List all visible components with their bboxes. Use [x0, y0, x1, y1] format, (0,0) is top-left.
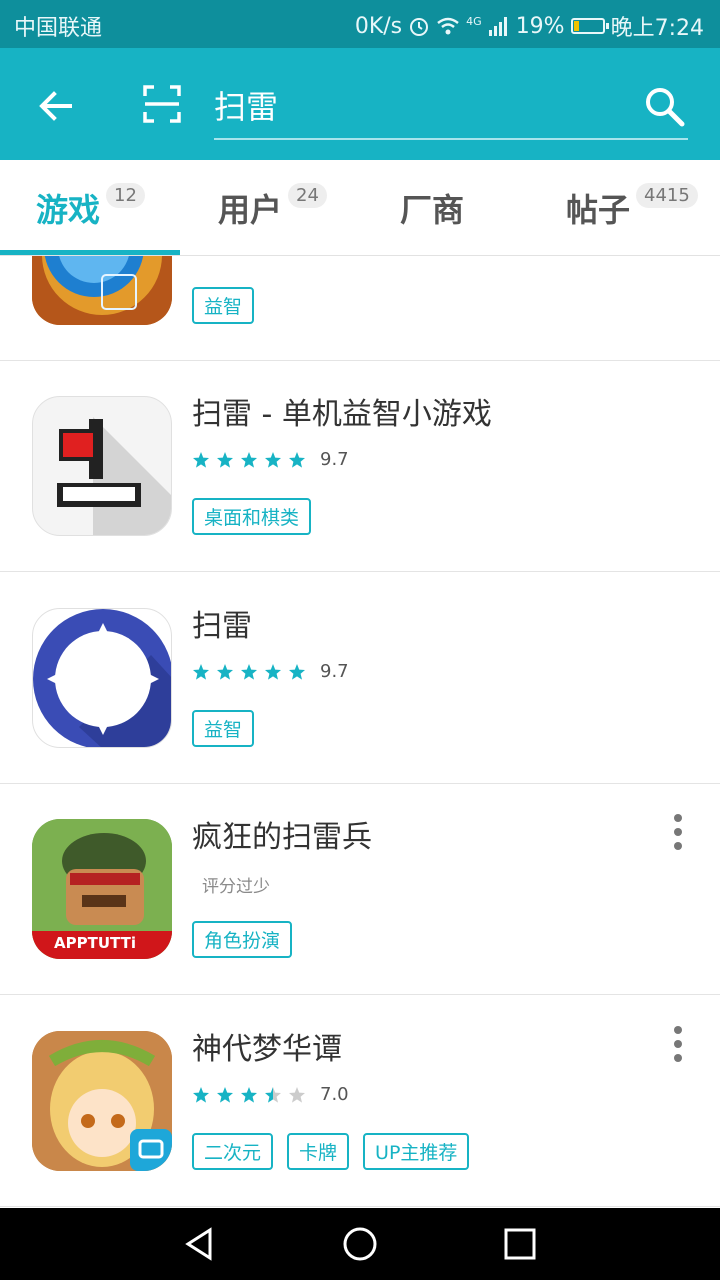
star-icon: [265, 1086, 281, 1103]
star-icon: [289, 1086, 305, 1103]
game-icon: APPTUTTi: [32, 819, 172, 959]
star-icon: [193, 1086, 209, 1103]
category-tag[interactable]: 益智: [192, 710, 255, 747]
star-icon: [193, 663, 209, 680]
rating-score: 7.0: [320, 1084, 349, 1105]
list-item[interactable]: 益智: [0, 256, 720, 361]
star-rating: 9.7: [192, 661, 349, 682]
game-icon: [32, 608, 172, 748]
status-bar: 中国联通 0K/s 4G 19% 晚上7:24: [0, 0, 720, 48]
icon-brand-text: APPTUTTi: [54, 934, 136, 952]
nav-back-icon[interactable]: [180, 1224, 220, 1264]
game-title: 扫雷 - 单机益智小游戏: [192, 397, 492, 432]
wifi-icon: [437, 17, 459, 35]
star-icon: [193, 451, 209, 468]
category-tag[interactable]: 桌面和棋类: [192, 498, 312, 535]
nav-recents-icon[interactable]: [500, 1224, 540, 1264]
tag-list: 桌面和棋类: [192, 498, 312, 535]
more-vert-icon[interactable]: [672, 1026, 684, 1062]
category-tag[interactable]: 益智: [192, 287, 255, 324]
tag-list: 益智: [192, 287, 255, 324]
game-icon: [32, 396, 172, 536]
game-icon: [32, 256, 172, 325]
category-tag[interactable]: UP主推荐: [363, 1133, 470, 1170]
star-icon: [241, 451, 257, 468]
star-icon: [217, 663, 233, 680]
game-result-list: 益智 扫雷 - 单机益智小游戏 9.7 桌面和棋类 扫雷 9.7 益智 APPT…: [0, 256, 720, 1208]
clock: 晚上7:24: [610, 16, 704, 41]
status-right: 0K/s 4G 19% 晚上7:24: [355, 10, 704, 42]
game-title: 疯狂的扫雷兵: [192, 820, 372, 855]
star-rating: 9.7: [192, 449, 349, 470]
stars: [192, 663, 312, 681]
tab-count-badge: 4415: [636, 182, 698, 208]
active-tab-indicator: [0, 250, 180, 255]
stars: [192, 1086, 312, 1104]
star-icon: [217, 451, 233, 468]
more-vert-icon[interactable]: [672, 814, 684, 850]
carrier-name: 中国联通: [14, 16, 103, 41]
game-title: 神代梦华谭: [192, 1032, 342, 1067]
list-item[interactable]: 神代梦华谭 7.0 二次元 卡牌 UP主推荐: [0, 996, 720, 1207]
tab-label: 用户: [218, 191, 283, 229]
nav-home-icon[interactable]: [340, 1224, 380, 1264]
tab-vendors[interactable]: 厂商: [400, 160, 464, 256]
signal-icon: [488, 17, 507, 36]
scan-icon[interactable]: [142, 84, 182, 124]
tab-count-badge: 24: [288, 182, 327, 208]
star-icon: [289, 451, 305, 468]
category-tag[interactable]: 卡牌: [287, 1133, 350, 1170]
list-item[interactable]: 扫雷 - 单机益智小游戏 9.7 桌面和棋类: [0, 361, 720, 572]
battery-percent: 19%: [515, 13, 565, 39]
rating-score: 9.7: [320, 661, 349, 682]
tab-games[interactable]: 游戏 12: [36, 160, 145, 256]
star-icon: [241, 663, 257, 680]
battery-icon: [570, 18, 609, 34]
tab-posts[interactable]: 帖子 4415: [566, 160, 698, 256]
category-tag[interactable]: 角色扮演: [192, 921, 293, 958]
list-item[interactable]: APPTUTTi 疯狂的扫雷兵 评分过少 角色扮演: [0, 784, 720, 995]
back-arrow-icon[interactable]: [34, 84, 78, 128]
star-icon: [265, 663, 281, 680]
game-icon: [32, 1031, 172, 1171]
stars: [192, 451, 312, 469]
system-nav-bar: [0, 1208, 720, 1280]
tab-label: 游戏: [36, 191, 101, 229]
star-icon: [289, 663, 305, 680]
result-tabs: 游戏 12 用户 24 厂商 帖子 4415: [0, 160, 720, 256]
tab-count-badge: 12: [106, 182, 145, 208]
tab-users[interactable]: 用户 24: [218, 160, 327, 256]
tab-label: 厂商: [400, 191, 465, 229]
search-icon[interactable]: [642, 84, 686, 128]
search-toolbar: 扫雷: [0, 48, 720, 160]
star-icon: [217, 1086, 233, 1103]
category-tag[interactable]: 二次元: [192, 1133, 274, 1170]
tag-list: 二次元 卡牌 UP主推荐: [192, 1133, 470, 1170]
alarm-icon: [410, 18, 429, 36]
tag-list: 角色扮演: [192, 921, 293, 958]
tab-label: 帖子: [566, 191, 631, 229]
list-item[interactable]: 扫雷 9.7 益智: [0, 573, 720, 784]
network-speed: 0K/s: [354, 13, 403, 39]
game-title: 扫雷: [192, 609, 252, 644]
star-icon: [241, 1086, 257, 1103]
rating-text: 评分过少: [202, 877, 270, 897]
search-input[interactable]: 扫雷: [214, 82, 278, 128]
star-rating: 7.0: [192, 1084, 349, 1105]
star-icon: [265, 451, 281, 468]
rating-score: 9.7: [320, 449, 349, 470]
search-input-underline: [214, 138, 688, 140]
tag-list: 益智: [192, 710, 255, 747]
network-type: 4G: [466, 14, 482, 28]
